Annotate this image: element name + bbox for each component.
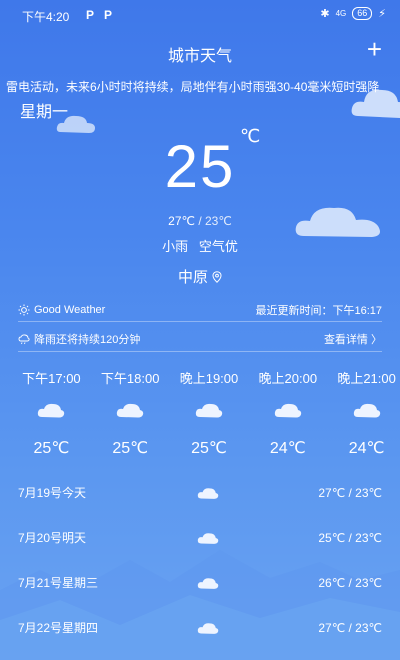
hourly-item: 晚上21:00 24℃ <box>333 368 400 458</box>
info-row-rain: 降雨还将持续120分钟 查看详情 〉 <box>18 331 382 347</box>
cloud-icon <box>38 403 65 418</box>
daily-date: 7月20号明天 <box>18 531 87 545</box>
cloud-icon <box>117 403 144 418</box>
add-city-button[interactable]: + <box>367 34 382 64</box>
low-temperature: / 23℃ <box>195 214 232 228</box>
cloud-icon <box>197 577 219 589</box>
parking-icon: P <box>104 8 113 22</box>
hourly-time: 下午18:00 <box>100 371 160 386</box>
daily-item[interactable]: 7月22号星期四 27℃ / 23℃ <box>18 605 382 650</box>
condition-row: 小雨 空气优 <box>0 236 400 255</box>
hourly-time: 晚上21:00 <box>337 371 396 386</box>
rain-icon <box>18 334 30 345</box>
page-title: 城市天气 <box>167 48 232 65</box>
daily-temp-range: 25℃ / 23℃ <box>318 530 382 545</box>
status-time: 下午4:20 <box>22 10 70 24</box>
daily-item[interactable]: 7月21号星期三 26℃ / 23℃ <box>18 560 382 605</box>
daily-temp-range: 26℃ / 23℃ <box>318 575 382 590</box>
hourly-temp: 25℃ <box>33 440 70 457</box>
battery-icon: 66 <box>352 7 373 20</box>
cloud-icon <box>197 532 219 544</box>
hourly-temp: 24℃ <box>348 440 385 457</box>
hourly-item: 下午18:00 25℃ <box>97 368 164 458</box>
view-details-link[interactable]: 查看详情 〉 <box>324 331 382 347</box>
good-weather-label: Good Weather <box>34 304 106 316</box>
daily-date: 7月19号今天 <box>18 486 87 500</box>
sun-icon <box>18 304 30 316</box>
cloud-icon <box>274 403 301 418</box>
hourly-time: 晚上20:00 <box>258 371 318 386</box>
daily-date: 7月22号星期四 <box>18 621 99 635</box>
last-update-time: 最近更新时间：下午16:17 <box>255 305 382 317</box>
parking-icon: P <box>86 8 95 22</box>
rain-duration-text: 降雨还将持续120分钟 <box>34 334 141 346</box>
hourly-time: 下午17:00 <box>22 371 81 386</box>
hourly-item: 晚上19:00 25℃ <box>176 368 243 458</box>
location-row[interactable]: 中原 <box>0 266 400 287</box>
location-name[interactable]: 中原 <box>178 266 208 287</box>
location-pin-icon <box>212 270 222 283</box>
hourly-item: 晚上20:00 24℃ <box>254 368 321 458</box>
charging-icon: ⚡ <box>378 8 386 20</box>
cloud-icon <box>353 403 380 418</box>
info-row-good-weather: Good Weather 最近更新时间：下午16:17 <box>18 302 382 318</box>
daily-temp-range: 27℃ / 23℃ <box>318 485 382 500</box>
high-temperature: 27℃ <box>168 214 195 228</box>
daily-item[interactable]: 7月19号今天 27℃ / 23℃ <box>18 470 382 515</box>
hourly-time: 晚上19:00 <box>179 371 239 386</box>
weather-condition: 小雨 <box>162 239 189 254</box>
weekday-label: 星期一 <box>20 104 69 121</box>
daily-date: 7月21号星期三 <box>18 576 99 590</box>
daily-forecast: 7月19号今天 27℃ / 23℃ 7月20号明天 25℃ / 23℃ 7月21… <box>18 470 382 650</box>
status-bar: 下午4:20 P P ✱ 4G 66 ⚡ <box>0 0 400 30</box>
bluetooth-icon: ✱ <box>320 8 330 20</box>
air-quality: 空气优 <box>198 239 238 254</box>
hourly-temp: 25℃ <box>191 440 227 457</box>
signal-icon: 4G <box>335 9 347 18</box>
hourly-item: 下午17:00 25℃ <box>18 368 85 458</box>
cloud-icon <box>197 622 219 634</box>
weather-alert-ticker[interactable]: 雷电活动，未来6小时时将持续，局地伴有小时雨强30-40毫米短时强降 <box>0 78 400 95</box>
cloud-icon <box>197 487 219 499</box>
cloud-icon <box>195 403 223 418</box>
current-temperature: 25 <box>164 133 236 200</box>
temperature-range: 27℃ / 23℃ <box>0 214 400 228</box>
temperature-unit: ℃ <box>240 126 261 146</box>
hourly-temp: 24℃ <box>269 440 306 457</box>
daily-item[interactable]: 7月20号明天 25℃ / 23℃ <box>18 515 382 560</box>
hourly-temp: 25℃ <box>112 440 149 457</box>
hourly-forecast[interactable]: 下午17:00 25℃ 下午18:00 25℃ 晚上19:00 25℃ 晚上20… <box>18 368 400 458</box>
divider <box>18 321 382 322</box>
divider <box>18 351 382 352</box>
daily-temp-range: 27℃ / 23℃ <box>318 620 382 635</box>
